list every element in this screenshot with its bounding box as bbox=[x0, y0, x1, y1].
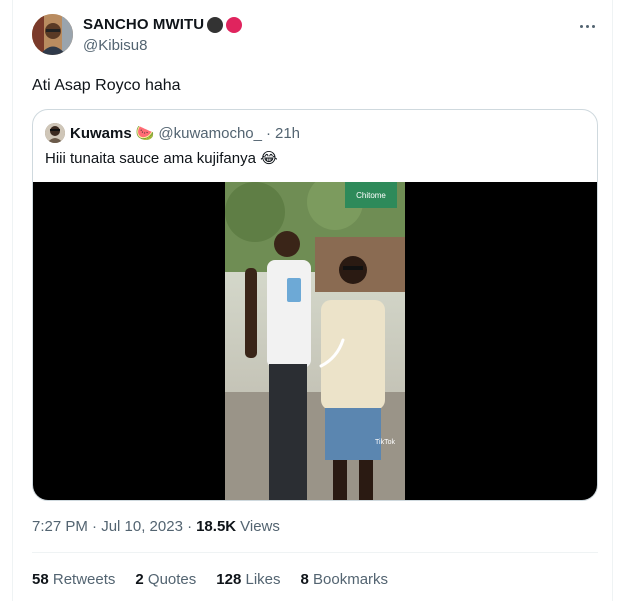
author-avatar[interactable] bbox=[32, 14, 73, 55]
watermelon-icon: 🍉 bbox=[135, 125, 155, 142]
author-name[interactable]: SANCHO MWITU bbox=[83, 16, 204, 33]
views-count: 18.5K bbox=[196, 518, 237, 535]
author-name-row[interactable]: SANCHO MWITU bbox=[83, 16, 243, 33]
likes-stat[interactable]: 128 Likes bbox=[216, 571, 280, 588]
bookmarks-count: 8 bbox=[300, 571, 309, 588]
divider bbox=[32, 552, 598, 553]
tweet-card: SANCHO MWITU @Kibisu8 Ati Asap Royco hah… bbox=[12, 0, 613, 601]
video-player[interactable]: Chitome TikTok bbox=[33, 182, 597, 500]
red-circle-icon bbox=[226, 16, 243, 33]
retweets-label: Retweets bbox=[52, 571, 116, 588]
quoted-tweet[interactable]: Kuwams 🍉 @kuwamocho_ · 21h Hiii tunaita … bbox=[32, 109, 598, 501]
more-options-button[interactable] bbox=[573, 12, 601, 40]
quoted-text: Hiii tunaita sauce ama kujifanya 😂 bbox=[45, 150, 278, 167]
video-thumbnail[interactable]: Chitome TikTok bbox=[225, 182, 405, 500]
views-label: Views bbox=[240, 518, 280, 535]
quoted-avatar-image bbox=[45, 123, 65, 143]
retweets-stat[interactable]: 58 Retweets bbox=[32, 571, 115, 588]
engagement-stats: 58 Retweets 2 Quotes 128 Likes 8 Bookmar… bbox=[32, 571, 388, 588]
more-dot bbox=[585, 24, 589, 28]
likes-count: 128 bbox=[216, 571, 242, 588]
separator-dot: · bbox=[265, 124, 271, 142]
quoted-author-avatar[interactable] bbox=[45, 123, 65, 143]
retweets-count: 58 bbox=[32, 571, 49, 588]
tweet-text: Ati Asap Royco haha bbox=[32, 77, 181, 94]
quoted-author-handle[interactable]: @kuwamocho_ bbox=[158, 125, 262, 142]
likes-label: Likes bbox=[245, 571, 281, 588]
avatar-image bbox=[32, 14, 73, 55]
quotes-count: 2 bbox=[135, 571, 144, 588]
more-dot bbox=[591, 24, 595, 28]
bookmarks-stat[interactable]: 8 Bookmarks bbox=[301, 571, 389, 588]
timestamp-row: 7:27 PM · Jul 10, 2023 · 18.5K Views bbox=[32, 518, 280, 535]
quotes-label: Quotes bbox=[147, 571, 197, 588]
black-circle-icon bbox=[207, 16, 224, 33]
more-dot bbox=[579, 24, 583, 28]
author-handle[interactable]: @Kibisu8 bbox=[83, 37, 147, 54]
timestamp[interactable]: 7:27 PM · Jul 10, 2023 · bbox=[32, 518, 192, 535]
video-frame: Chitome TikTok bbox=[225, 182, 405, 500]
tiktok-watermark: TikTok bbox=[375, 439, 395, 446]
quoted-header: Kuwams 🍉 @kuwamocho_ · 21h bbox=[70, 124, 300, 143]
quoted-time[interactable]: 21h bbox=[275, 125, 300, 142]
quotes-stat[interactable]: 2 Quotes bbox=[135, 571, 196, 588]
sign-text: Chitome bbox=[356, 191, 386, 200]
quoted-author-name[interactable]: Kuwams bbox=[70, 125, 132, 142]
bookmarks-label: Bookmarks bbox=[313, 571, 389, 588]
